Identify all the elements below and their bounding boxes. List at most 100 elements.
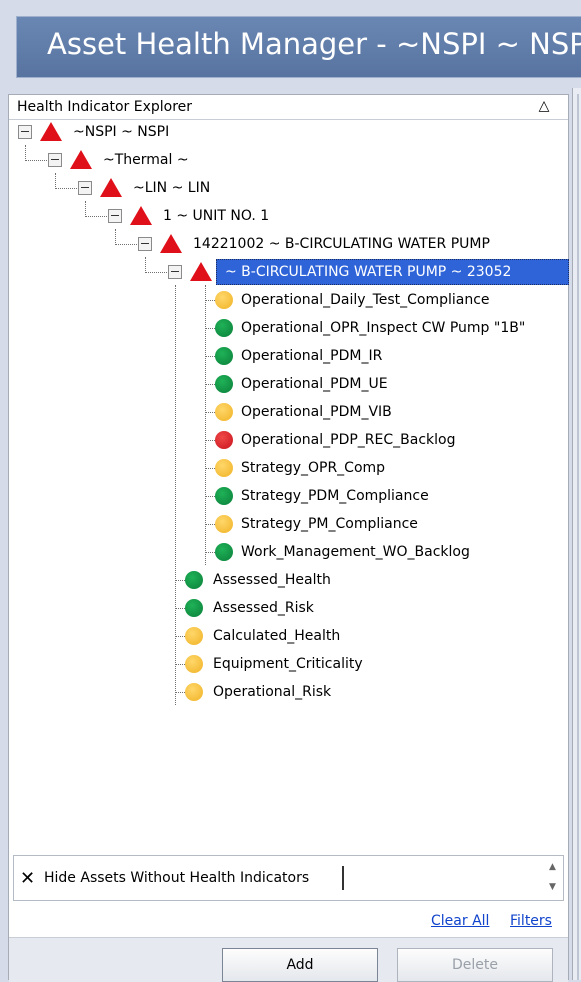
health-indicator-explorer-panel: Health Indicator Explorer △ ~NSPI ~ NSPI…	[8, 94, 569, 982]
tree-connector	[205, 468, 215, 469]
tree-connector	[175, 664, 185, 665]
indicator-row[interactable]: Operational_PDM_UE	[9, 371, 549, 397]
tree-node-label: ~NSPI ~ NSPI	[73, 124, 170, 140]
tree-node-label: 1 ~ UNIT NO. 1	[163, 208, 270, 224]
status-green-icon	[215, 347, 233, 365]
tree-node-circulating-pump-functional[interactable]: 14221002 ~ B-CIRCULATING WATER PUMP	[9, 231, 549, 257]
alert-triangle-icon	[100, 178, 122, 197]
status-yellow-icon	[185, 683, 203, 701]
tree-connector	[175, 580, 185, 581]
indicator-label: Work_Management_WO_Backlog	[241, 544, 470, 560]
alert-triangle-icon	[70, 150, 92, 169]
clear-all-link[interactable]: Clear All	[431, 913, 489, 929]
tree-connector	[175, 692, 185, 693]
indicator-label: Operational_Risk	[213, 684, 332, 700]
add-button[interactable]: Add	[222, 948, 378, 982]
tree-node-label: 14221002 ~ B-CIRCULATING WATER PUMP	[193, 236, 490, 252]
tree-connector	[175, 636, 185, 637]
indicator-label: Operational_OPR_Inspect CW Pump "1B"	[241, 320, 526, 336]
indicator-label: Assessed_Health	[213, 572, 331, 588]
indicator-row[interactable]: Assessed_Health	[9, 567, 549, 593]
filter-chip-label: Hide Assets Without Health Indicators	[44, 870, 310, 886]
scroll-up-icon[interactable]: ▲	[549, 862, 556, 872]
tree-connector	[205, 356, 215, 357]
indicator-row[interactable]: Strategy_PM_Compliance	[9, 511, 549, 537]
tree-node-label: ~Thermal ~	[103, 152, 189, 168]
indicator-label: Operational_Daily_Test_Compliance	[241, 292, 490, 308]
collapse-node-icon[interactable]	[168, 265, 182, 279]
indicator-row[interactable]: Calculated_Health	[9, 623, 549, 649]
collapse-node-icon[interactable]	[78, 181, 92, 195]
scroll-down-icon[interactable]: ▼	[549, 882, 556, 892]
collapse-node-icon[interactable]	[138, 237, 152, 251]
collapse-node-icon[interactable]	[18, 125, 32, 139]
status-red-icon	[215, 431, 233, 449]
tree-node-label: ~ B-CIRCULATING WATER PUMP ~ 23052	[225, 264, 512, 280]
window-title: Asset Health Manager - ~NSPI ~ NSPI	[47, 27, 581, 61]
title-bar: Asset Health Manager - ~NSPI ~ NSPI	[16, 16, 581, 78]
indicator-row[interactable]: Operational_Risk	[9, 679, 549, 705]
tree-node-thermal[interactable]: ~Thermal ~	[9, 147, 309, 173]
indicator-row[interactable]: Assessed_Risk	[9, 595, 549, 621]
alert-triangle-icon	[190, 262, 212, 281]
status-green-icon	[215, 543, 233, 561]
remove-filter-icon[interactable]: ✕	[20, 868, 35, 889]
status-yellow-icon	[185, 627, 203, 645]
panel-title: Health Indicator Explorer	[17, 99, 193, 115]
asset-tree: ~NSPI ~ NSPI ~Thermal ~ ~LIN ~ LIN 1 ~ U…	[9, 119, 569, 849]
indicator-row[interactable]: Strategy_OPR_Comp	[9, 455, 549, 481]
indicator-row[interactable]: Strategy_PDM_Compliance	[9, 483, 549, 509]
indicator-label: Operational_PDM_IR	[241, 348, 383, 364]
indicator-label: Strategy_PM_Compliance	[241, 516, 418, 532]
tree-connector	[145, 272, 167, 273]
status-green-icon	[185, 571, 203, 589]
tree-connector	[205, 440, 215, 441]
filters-link[interactable]: Filters	[510, 913, 552, 929]
text-caret	[342, 866, 344, 890]
tree-connector	[205, 412, 215, 413]
alert-triangle-icon	[130, 206, 152, 225]
filter-scrollbar[interactable]: ▲ ▼	[545, 858, 563, 898]
tree-node-unit-1[interactable]: 1 ~ UNIT NO. 1	[9, 203, 309, 229]
tree-node-lin[interactable]: ~LIN ~ LIN	[9, 175, 309, 201]
alert-triangle-icon	[40, 122, 62, 141]
tree-connector	[25, 160, 47, 161]
status-green-icon	[215, 375, 233, 393]
status-yellow-icon	[215, 403, 233, 421]
indicator-row[interactable]: Operational_OPR_Inspect CW Pump "1B"	[9, 315, 569, 341]
indicator-label: Calculated_Health	[213, 628, 341, 644]
status-yellow-icon	[215, 291, 233, 309]
indicator-row[interactable]: Work_Management_WO_Backlog	[9, 539, 549, 565]
tree-connector	[175, 608, 185, 609]
tree-node-nspi[interactable]: ~NSPI ~ NSPI	[9, 119, 309, 145]
indicator-label: Operational_PDP_REC_Backlog	[241, 432, 456, 448]
filter-input[interactable]: ✕ Hide Assets Without Health Indicators …	[13, 855, 564, 901]
status-yellow-icon	[185, 655, 203, 673]
collapse-node-icon[interactable]	[108, 209, 122, 223]
delete-button[interactable]: Delete	[397, 948, 553, 982]
indicator-row[interactable]: Operational_PDM_VIB	[9, 399, 549, 425]
filter-links: Clear All Filters	[9, 907, 568, 937]
panel-header: Health Indicator Explorer △	[9, 95, 568, 120]
alert-triangle-icon	[160, 234, 182, 253]
indicator-row[interactable]: Operational_PDP_REC_Backlog	[9, 427, 549, 453]
indicator-row[interactable]: Equipment_Criticality	[9, 651, 549, 677]
tree-connector	[115, 244, 137, 245]
indicator-label: Operational_PDM_VIB	[241, 404, 392, 420]
right-pane-tab-edge	[577, 94, 579, 980]
tree-connector	[205, 552, 215, 553]
indicator-label: Assessed_Risk	[213, 600, 314, 616]
status-yellow-icon	[215, 459, 233, 477]
tree-connector	[205, 300, 215, 301]
tree-connector	[205, 496, 215, 497]
tree-node-circulating-pump-equipment[interactable]: ~ B-CIRCULATING WATER PUMP ~ 23052	[9, 259, 569, 285]
collapse-node-icon[interactable]	[48, 153, 62, 167]
tree-connector	[55, 188, 77, 189]
indicator-row[interactable]: Operational_Daily_Test_Compliance	[9, 287, 549, 313]
collapse-triangle-icon[interactable]: △	[535, 97, 553, 115]
tree-connector	[85, 216, 107, 217]
tree-node-label: ~LIN ~ LIN	[133, 180, 211, 196]
button-bar: Add Delete	[9, 937, 568, 982]
indicator-label: Strategy_PDM_Compliance	[241, 488, 429, 504]
indicator-row[interactable]: Operational_PDM_IR	[9, 343, 549, 369]
